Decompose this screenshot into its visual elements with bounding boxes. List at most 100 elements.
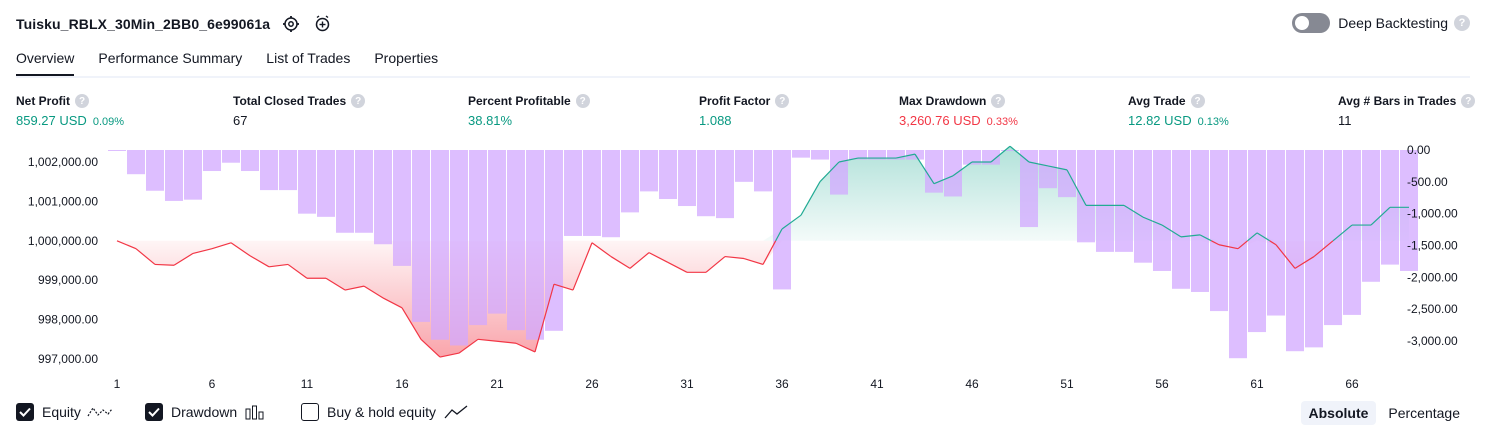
- tab-list-of-trades[interactable]: List of Trades: [266, 48, 350, 76]
- buy-hold-checkbox[interactable]: [301, 403, 319, 421]
- drawdown-bar: [640, 150, 658, 192]
- drawdown-bar: [355, 150, 373, 233]
- info-icon[interactable]: ?: [575, 94, 590, 108]
- drawdown-bar: [1210, 150, 1228, 312]
- x-tick-label: 6: [209, 377, 216, 391]
- drawdown-bar: [1286, 150, 1304, 352]
- tab-properties[interactable]: Properties: [374, 48, 438, 76]
- y-right-tick-label: 0.00: [1407, 143, 1431, 157]
- stat-percent: 0.13%: [1197, 116, 1229, 128]
- drawdown-bar: [469, 150, 487, 326]
- info-icon[interactable]: ?: [75, 94, 89, 108]
- info-icon[interactable]: ?: [1461, 94, 1476, 108]
- drawdown-bar: [925, 150, 943, 193]
- tab-overview[interactable]: Overview: [16, 48, 75, 76]
- drawdown-bar: [1191, 150, 1209, 292]
- drawdown-bar: [830, 150, 848, 195]
- add-alert-clock-icon[interactable]: [312, 13, 334, 35]
- drawdown-bar: [697, 150, 715, 217]
- drawdown-bar: [317, 150, 335, 217]
- stat-max-drawdown: Max Drawdown? 3,260.76 USD 0.33%: [899, 93, 1018, 128]
- drawdown-bar: [1267, 150, 1285, 316]
- stat-profit-factor: Profit Factor? 1.088: [699, 93, 790, 128]
- y-right-tick-label: -1,000.00: [1407, 207, 1458, 221]
- drawdown-bar: [621, 150, 639, 213]
- x-tick-label: 31: [680, 377, 694, 391]
- drawdown-bar: [336, 150, 354, 233]
- drawdown-bar: [298, 150, 316, 214]
- y-left-tick-label: 999,000.00: [38, 273, 98, 287]
- drawdown-bar: [1115, 150, 1133, 252]
- drawdown-bar: [564, 150, 582, 236]
- drawdown-bar: [716, 150, 734, 219]
- tab-performance-summary[interactable]: Performance Summary: [98, 48, 242, 76]
- deep-backtesting: Deep Backtesting ?: [1292, 13, 1470, 33]
- help-icon[interactable]: ?: [1454, 15, 1470, 31]
- deep-backtesting-toggle[interactable]: [1292, 13, 1331, 33]
- drawdown-bar: [1039, 150, 1057, 189]
- buy-hold-label: Buy & hold equity: [327, 404, 436, 420]
- drawdown-bar: [165, 150, 183, 201]
- x-tick-label: 1: [114, 377, 121, 391]
- info-icon[interactable]: ?: [991, 94, 1006, 108]
- info-icon[interactable]: ?: [775, 94, 790, 108]
- y-right-tick-label: -1,500.00: [1407, 239, 1458, 253]
- equity-label: Equity: [42, 404, 81, 420]
- legend-drawdown[interactable]: Drawdown: [145, 403, 265, 421]
- legend-buy-hold[interactable]: Buy & hold equity: [301, 403, 468, 421]
- drawdown-bar: [1343, 150, 1361, 315]
- equity-checkbox[interactable]: [16, 403, 34, 421]
- drawdown-bar: [203, 150, 221, 172]
- drawdown-bar: [1362, 150, 1380, 282]
- info-icon[interactable]: ?: [1190, 94, 1205, 108]
- drawdown-bar: [507, 150, 525, 331]
- y-left-tick-label: 998,000.00: [38, 313, 98, 327]
- x-tick-label: 61: [1250, 377, 1264, 391]
- header-bar: Tuisku_RBLX_30Min_2BB0_6e99061a: [16, 12, 334, 36]
- settings-gear-icon[interactable]: [280, 13, 302, 35]
- drawdown-bar: [146, 150, 164, 191]
- stat-value: 1.088: [699, 113, 732, 128]
- drawdown-bar: [108, 150, 126, 151]
- y-right-tick-label: -500.00: [1407, 175, 1448, 189]
- stat-value: 67: [233, 113, 248, 128]
- drawdown-bar: [431, 150, 449, 340]
- x-tick-label: 66: [1345, 377, 1359, 391]
- stat-label: Percent Profitable: [468, 94, 571, 108]
- info-icon[interactable]: ?: [351, 94, 366, 108]
- equity-drawdown-chart[interactable]: 1,002,000.00 1,001,000.00 1,000,000.00 999,…: [0, 140, 1486, 395]
- drawdown-bar: [1305, 150, 1323, 348]
- drawdown-bar: [279, 150, 297, 191]
- stat-avg-trade: Avg Trade? 12.82 USD 0.13%: [1128, 93, 1229, 128]
- absolute-button[interactable]: Absolute: [1300, 401, 1377, 425]
- stat-label: Avg Trade: [1128, 94, 1186, 108]
- legend-equity[interactable]: Equity: [16, 403, 113, 421]
- drawdown-bar: [1153, 150, 1171, 271]
- x-tick-label: 16: [395, 377, 409, 391]
- drawdown-bar: [1077, 150, 1095, 243]
- x-tick-label: 26: [585, 377, 599, 391]
- stat-value: 3,260.76 USD: [899, 113, 981, 128]
- stat-avg-bars: Avg # Bars in Trades? 11: [1338, 93, 1476, 128]
- drawdown-bar: [1172, 150, 1190, 289]
- percentage-button[interactable]: Percentage: [1380, 401, 1468, 425]
- equity-line-segment: [154, 263, 175, 266]
- y-left-tick-label: 1,002,000.00: [28, 155, 98, 169]
- drawdown-bar: [127, 150, 145, 175]
- drawdown-checkbox[interactable]: [145, 403, 163, 421]
- drawdown-bar: [678, 150, 696, 207]
- drawdown-bar: [222, 150, 240, 163]
- drawdown-bar: [393, 150, 411, 266]
- stat-percent-profitable: Percent Profitable? 38.81%: [468, 93, 590, 128]
- tab-bar: Overview Performance Summary List of Tra…: [16, 48, 1470, 78]
- drawdown-bar: [545, 150, 563, 331]
- x-tick-label: 21: [490, 377, 504, 391]
- stat-label: Max Drawdown: [899, 94, 987, 108]
- y-left-tick-label: 1,001,000.00: [28, 194, 98, 208]
- drawdown-bar: [241, 150, 259, 172]
- view-mode-toggle: Absolute Percentage: [1297, 401, 1469, 425]
- stat-percent: 0.09%: [92, 116, 125, 128]
- drawdown-label: Drawdown: [171, 404, 238, 420]
- drawdown-bar: [659, 150, 677, 200]
- drawdown-bar: [735, 150, 753, 182]
